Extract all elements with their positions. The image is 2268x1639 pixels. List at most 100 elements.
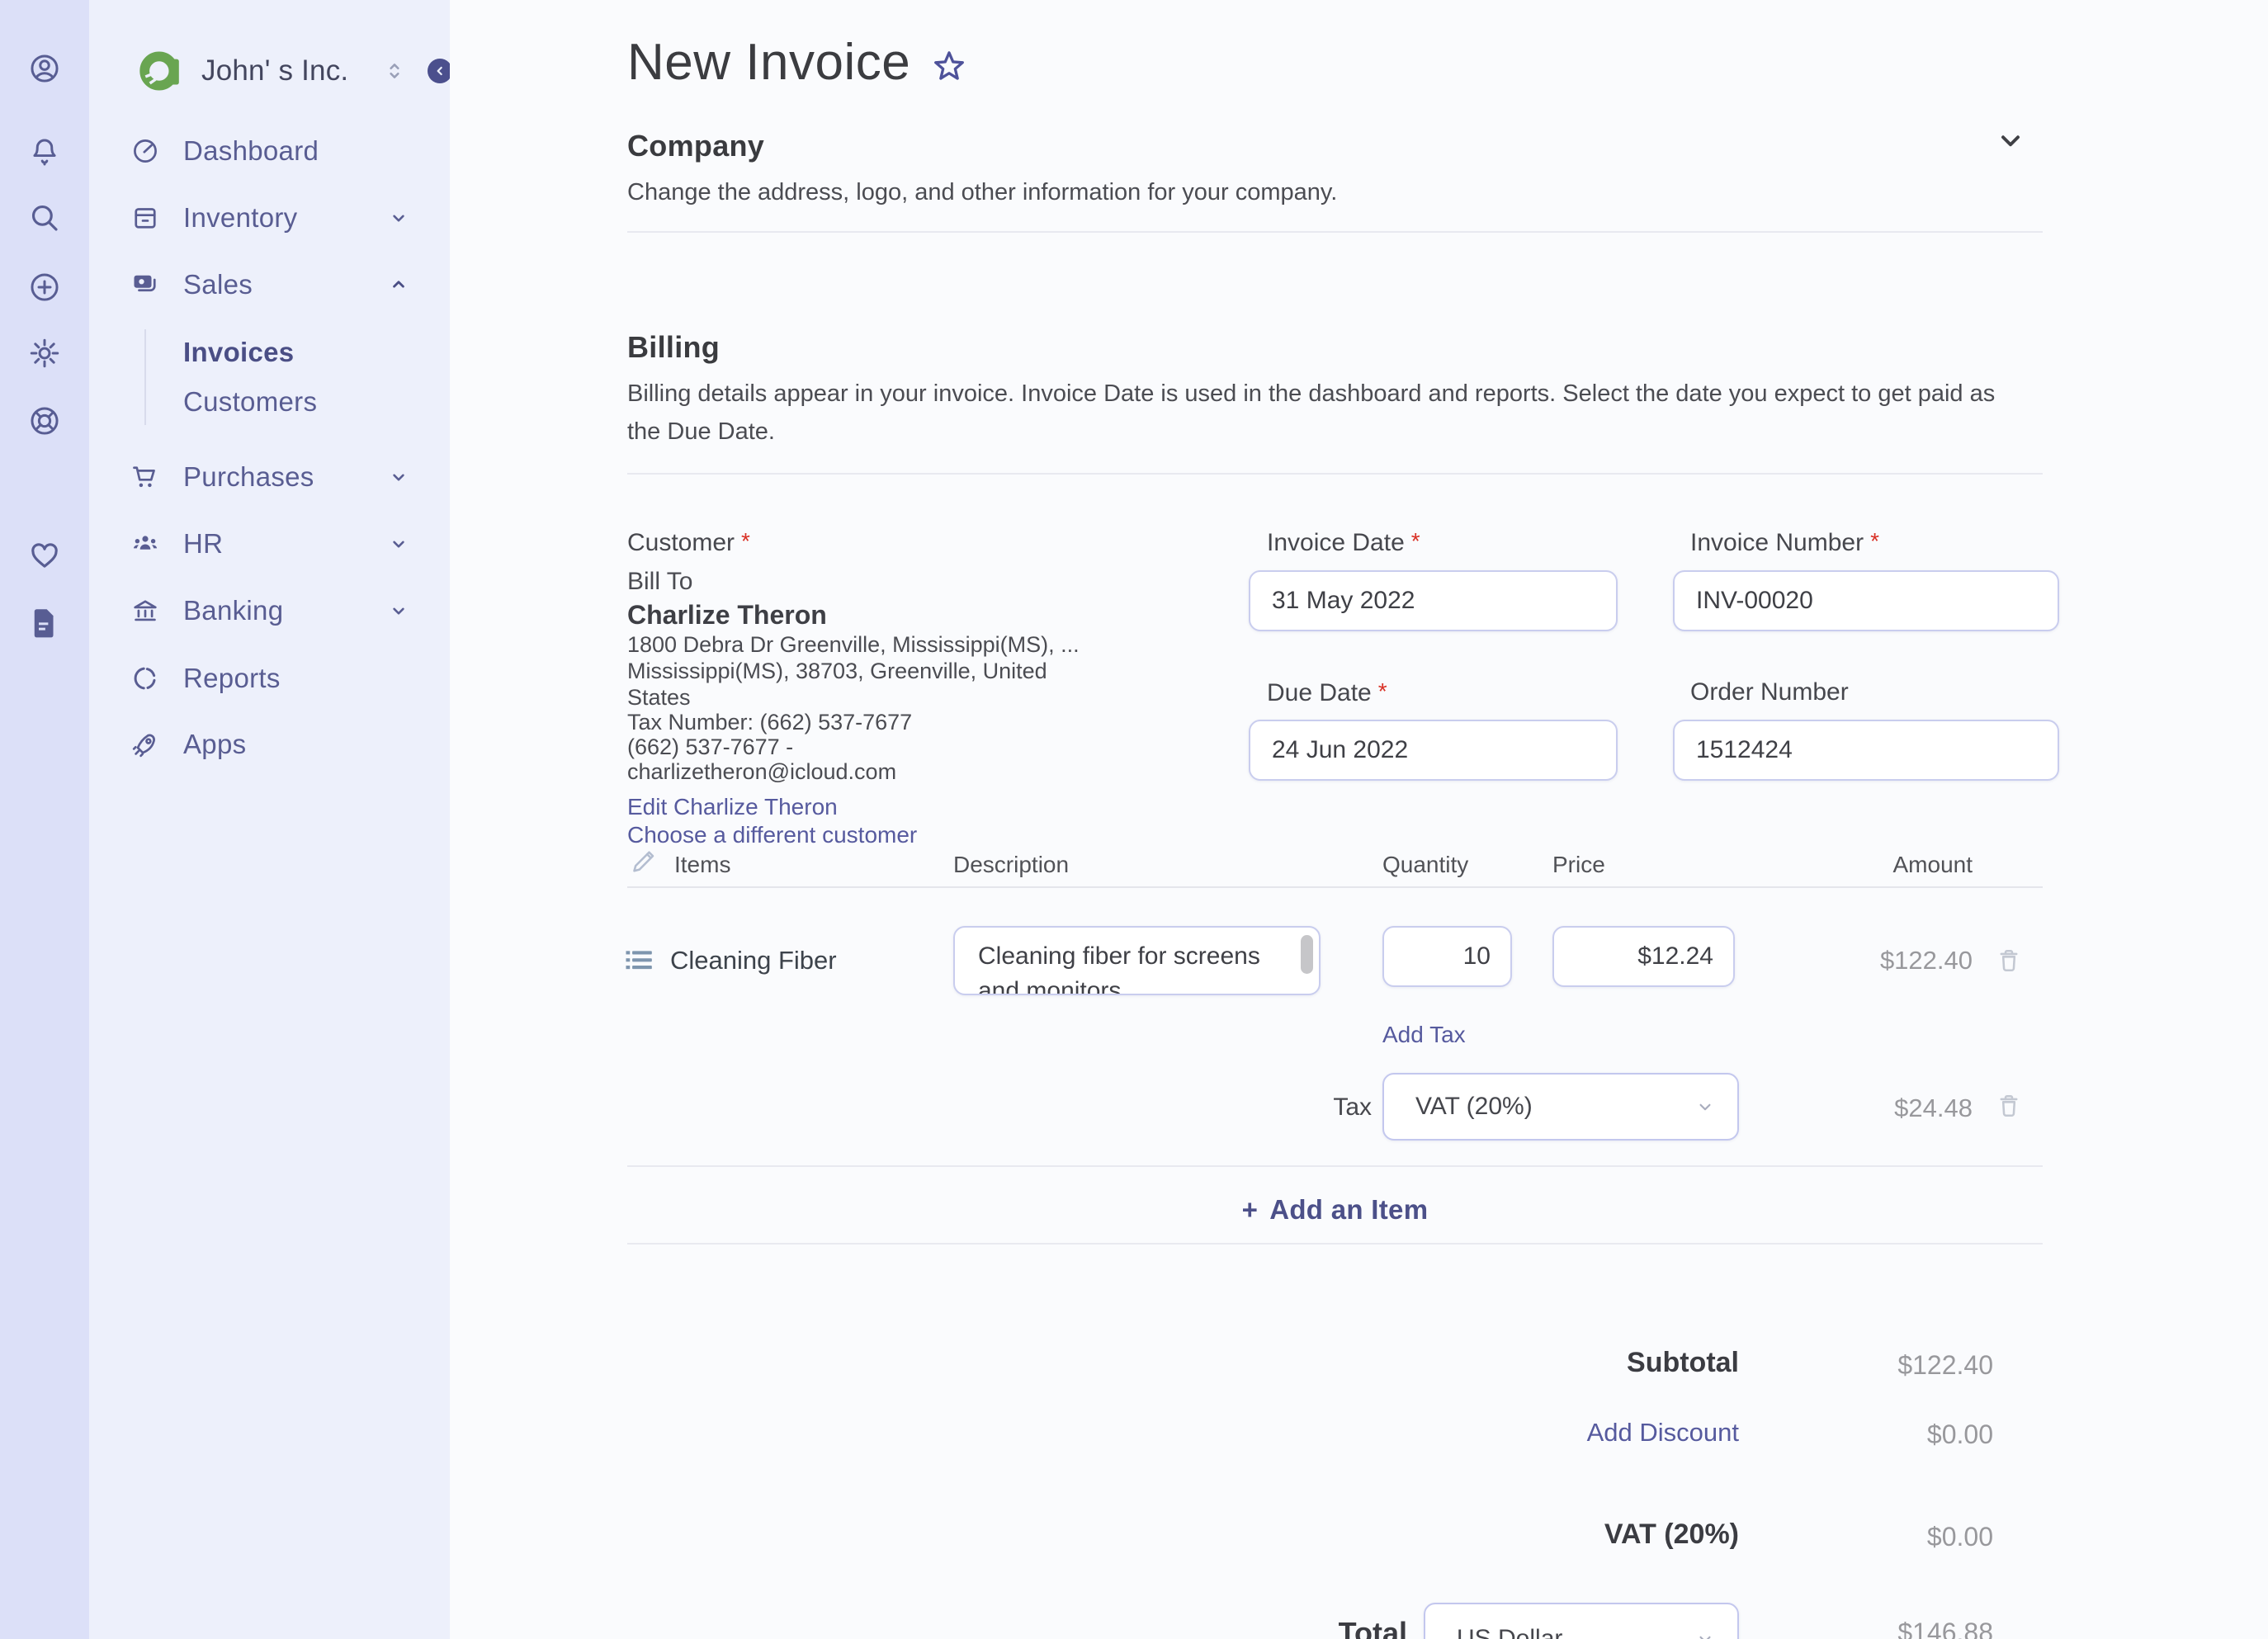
col-quantity-header: Quantity <box>1382 852 1469 877</box>
add-tax-link[interactable]: Add Tax <box>1382 1022 1466 1048</box>
col-items-header: Items <box>674 852 731 877</box>
sidebar-item-invoices[interactable]: Invoices <box>89 329 450 376</box>
tax-select[interactable]: VAT (20%) <box>1382 1073 1739 1141</box>
chevron-down-icon <box>388 466 409 488</box>
add-icon[interactable] <box>26 269 63 305</box>
customer-tax-number: Tax Number: (662) 537-7677 <box>627 710 913 734</box>
company-section-description: Change the address, logo, and other info… <box>627 179 1338 205</box>
item-drag-list-icon[interactable] <box>623 946 654 974</box>
customer-phone: (662) 537-7677 - <box>627 734 794 759</box>
tax-amount: $24.48 <box>1894 1093 1973 1122</box>
sidebar-item-reports[interactable]: Reports <box>89 654 450 703</box>
invoice-number-label: Invoice Number * <box>1690 528 1879 556</box>
account-icon[interactable] <box>26 50 63 87</box>
customer-address-line: Mississippi(MS), 38703, Greenville, Unit… <box>627 659 1047 683</box>
sidebar-item-apps[interactable]: Apps <box>89 720 450 769</box>
total-label: Total <box>1338 1616 1407 1639</box>
sidebar: John' s Inc. Dashboard Inventory Sales I… <box>89 0 452 1639</box>
sidebar-item-purchases[interactable]: Purchases <box>89 452 450 502</box>
settings-icon[interactable] <box>26 335 63 371</box>
invoice-number-input[interactable]: INV-00020 <box>1673 570 2059 631</box>
icon-rail <box>0 0 89 1639</box>
item-name: Cleaning Fiber <box>670 946 837 975</box>
section-divider <box>627 473 2043 475</box>
company-switcher[interactable]: John' s Inc. <box>89 38 450 104</box>
document-icon[interactable] <box>26 604 63 640</box>
customer-address-line: 1800 Debra Dr Greenville, Mississippi(MS… <box>627 632 1080 657</box>
delete-item-icon[interactable] <box>1995 946 2023 974</box>
item-amount: $122.40 <box>1879 946 1973 975</box>
chevron-down-icon <box>1694 1096 1716 1117</box>
item-quantity-input[interactable]: 10 <box>1382 926 1512 987</box>
item-description-input[interactable]: Cleaning fiber for screens and monitors <box>953 926 1321 995</box>
page-title: New Invoice <box>627 34 911 91</box>
due-date-label: Due Date * <box>1267 678 1387 706</box>
app-window: John' s Inc. Dashboard Inventory Sales I… <box>0 0 2268 1639</box>
sidebar-collapse-button[interactable] <box>428 59 452 83</box>
edit-customer-link[interactable]: Edit Charlize Theron <box>627 794 838 820</box>
section-divider <box>627 231 2043 233</box>
total-value: $146.88 <box>1897 1618 1993 1639</box>
col-price-header: Price <box>1552 852 1605 877</box>
vat-label: VAT (20%) <box>1604 1519 1739 1550</box>
subtotal-value: $122.40 <box>1897 1350 1993 1380</box>
subtotal-label: Subtotal <box>1627 1347 1739 1378</box>
dashboard-icon <box>130 136 160 166</box>
invoice-date-label: Invoice Date * <box>1267 528 1420 556</box>
tax-label: Tax <box>1333 1093 1372 1121</box>
customer-name: Charlize Theron <box>627 600 827 630</box>
delete-tax-icon[interactable] <box>1995 1091 2023 1119</box>
col-description-header: Description <box>953 852 1070 877</box>
chevron-up-icon <box>388 274 409 295</box>
textarea-scrollbar[interactable] <box>1301 935 1313 974</box>
invoice-date-input[interactable]: 31 May 2022 <box>1249 570 1618 631</box>
vat-value: $0.00 <box>1926 1522 1993 1552</box>
row-divider <box>627 1165 2043 1167</box>
customer-email: charlizetheron@icloud.com <box>627 759 897 784</box>
discount-value: $0.00 <box>1926 1419 1993 1449</box>
billing-section-title: Billing <box>627 330 721 364</box>
sidebar-item-dashboard[interactable]: Dashboard <box>89 126 450 176</box>
company-section-title: Company <box>627 129 765 163</box>
col-amount-header: Amount <box>1892 852 1973 877</box>
sales-icon <box>130 270 160 300</box>
add-discount-link[interactable]: Add Discount <box>1587 1418 1739 1448</box>
row-divider <box>627 1243 2043 1245</box>
choose-customer-link[interactable]: Choose a different customer <box>627 822 917 848</box>
purchases-icon <box>130 462 160 492</box>
unfold-icon[interactable] <box>384 60 405 82</box>
chevron-down-icon <box>1694 1628 1716 1639</box>
notifications-icon[interactable] <box>26 134 63 170</box>
reports-icon <box>130 664 160 693</box>
order-number-label: Order Number <box>1690 678 1849 706</box>
sidebar-item-inventory[interactable]: Inventory <box>89 193 450 243</box>
sidebar-item-customers[interactable]: Customers <box>89 379 450 425</box>
order-number-input[interactable]: 1512424 <box>1673 720 2059 781</box>
main-content: New Invoice Company Change the address, … <box>450 0 2268 1639</box>
hr-icon <box>130 529 160 559</box>
customer-label: Customer * <box>627 528 750 556</box>
table-header-divider <box>627 886 2043 888</box>
due-date-input[interactable]: 24 Jun 2022 <box>1249 720 1618 781</box>
app-logo-icon <box>135 45 188 97</box>
customer-address-line: States <box>627 685 691 710</box>
sidebar-item-hr[interactable]: HR <box>89 519 450 569</box>
billing-section-description: Billing details appear in your invoice. … <box>627 380 1996 445</box>
company-name: John' s Inc. <box>201 54 349 87</box>
pencil-icon <box>628 847 658 876</box>
required-marker: * <box>741 528 750 554</box>
banking-icon <box>130 596 160 626</box>
favorite-star-icon[interactable] <box>932 49 966 83</box>
plus-icon: + <box>1241 1194 1259 1225</box>
chevron-down-icon <box>388 600 409 621</box>
item-price-input[interactable]: $12.24 <box>1552 926 1735 987</box>
support-icon[interactable] <box>26 403 63 439</box>
favorites-icon[interactable] <box>26 537 63 574</box>
inventory-icon <box>130 203 160 233</box>
company-expand-chevron-icon[interactable] <box>1996 125 2025 155</box>
search-icon[interactable] <box>26 200 63 236</box>
sidebar-item-banking[interactable]: Banking <box>89 586 450 635</box>
currency-select[interactable]: US Dollar <box>1424 1603 1739 1639</box>
sidebar-item-sales[interactable]: Sales <box>89 260 450 309</box>
add-item-button[interactable]: + Add an Item <box>627 1188 2043 1231</box>
